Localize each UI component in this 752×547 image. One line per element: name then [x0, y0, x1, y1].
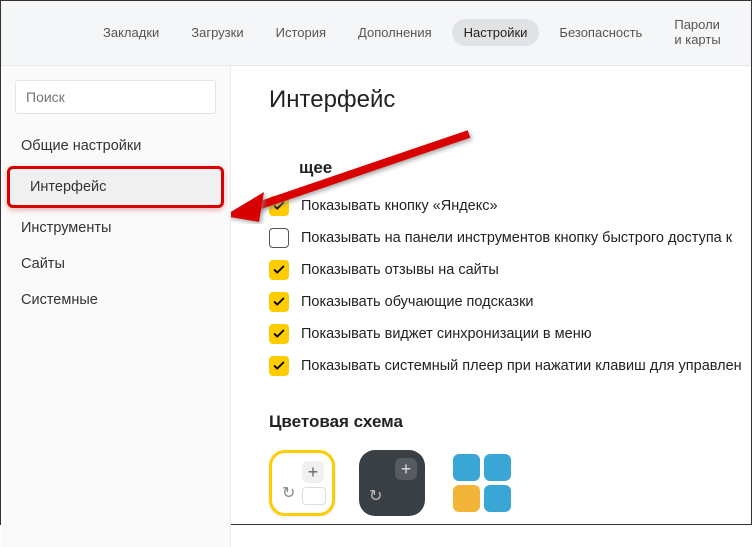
option-label: Показывать системный плеер при нажатии к… — [301, 358, 742, 374]
theme-dark[interactable]: + ↻ — [359, 450, 425, 516]
option-label: Показывать обучающие подсказки — [301, 294, 534, 310]
search-input[interactable] — [26, 89, 205, 105]
option-row: Показывать кнопку «Яндекс» — [269, 196, 751, 216]
sidebar: Общие настройки Интерфейс Инструменты Са… — [1, 66, 231, 547]
general-options: Показывать кнопку «Яндекс» Показывать на… — [269, 196, 751, 376]
option-row: Показывать обучающие подсказки — [269, 292, 751, 312]
option-label: Показывать кнопку «Яндекс» — [301, 198, 498, 214]
sidebar-item-interface[interactable]: Интерфейс — [7, 166, 224, 208]
nav-history[interactable]: История — [264, 19, 338, 46]
checkbox-sync-widget[interactable] — [269, 324, 289, 344]
reload-icon: ↻ — [369, 486, 382, 506]
plus-icon: + — [302, 461, 324, 483]
sidebar-item-tools[interactable]: Инструменты — [1, 210, 230, 246]
nav-settings[interactable]: Настройки — [452, 19, 540, 46]
sidebar-item-system[interactable]: Системные — [1, 282, 230, 318]
sidebar-item-sites[interactable]: Сайты — [1, 246, 230, 282]
option-row: Показывать на панели инструментов кнопку… — [269, 228, 751, 248]
option-label: Показывать отзывы на сайты — [301, 262, 499, 278]
checkbox-media-keys[interactable] — [269, 356, 289, 376]
content: Интерфейс щее Показывать кнопку «Яндекс»… — [231, 66, 751, 547]
checkbox-quick-access[interactable] — [269, 228, 289, 248]
checkbox-yandex-button[interactable] — [269, 196, 289, 216]
option-label: Показывать виджет синхронизации в меню — [301, 326, 592, 342]
section-color-title: Цветовая схема — [269, 412, 751, 432]
checkbox-tips[interactable] — [269, 292, 289, 312]
plus-icon: + — [395, 458, 417, 480]
theme-light[interactable]: + ↻ — [269, 450, 335, 516]
option-row: Показывать виджет синхронизации в меню — [269, 324, 751, 344]
checkbox-site-reviews[interactable] — [269, 260, 289, 280]
section-general-title: щее — [299, 158, 751, 178]
color-schemes: + ↻ + ↻ — [269, 450, 751, 516]
theme-color[interactable] — [449, 450, 515, 516]
nav-addons[interactable]: Дополнения — [346, 19, 444, 46]
nav-security[interactable]: Безопасность — [547, 19, 654, 46]
option-row: Показывать отзывы на сайты — [269, 260, 751, 280]
top-nav: Закладки Загрузки История Дополнения Нас… — [1, 1, 751, 66]
page-title: Интерфейс — [269, 86, 751, 114]
option-label: Показывать на панели инструментов кнопку… — [301, 230, 732, 246]
sidebar-item-general[interactable]: Общие настройки — [1, 128, 230, 164]
nav-bookmarks[interactable]: Закладки — [91, 19, 171, 46]
search-box[interactable] — [15, 80, 216, 114]
nav-downloads[interactable]: Загрузки — [179, 19, 255, 46]
nav-passwords[interactable]: Пароли и карты — [662, 11, 735, 53]
option-row: Показывать системный плеер при нажатии к… — [269, 356, 751, 376]
reload-icon: ↻ — [282, 483, 295, 503]
